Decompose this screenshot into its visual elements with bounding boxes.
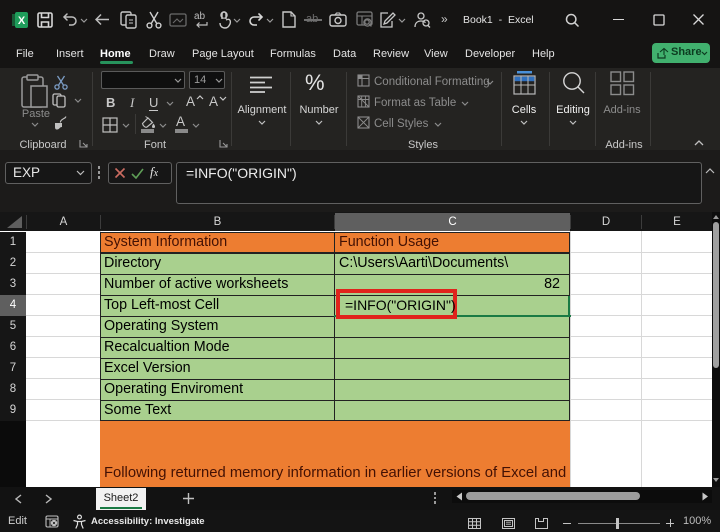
svg-text:X: X <box>18 15 26 27</box>
